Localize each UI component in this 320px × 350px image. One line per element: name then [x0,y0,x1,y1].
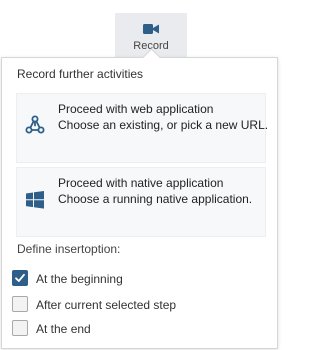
insert-at-end-label: At the end [36,322,91,336]
checkbox-unchecked[interactable] [12,320,28,336]
proceed-native-application-option[interactable]: Proceed with native application Choose a… [16,167,266,237]
windows-icon [25,189,45,211]
web-application-description: Choose an existing, or pick a new URL. [58,118,269,132]
checkbox-unchecked[interactable] [12,296,28,312]
record-options-panel: Record further activities Proceed with w… [1,57,278,349]
checkbox-checked[interactable] [12,270,28,286]
native-application-description: Choose a running native application. [58,192,253,206]
insert-after-selected-step-label: After current selected step [36,298,177,312]
insert-at-beginning-label: At the beginning [36,272,123,286]
native-application-title: Proceed with native application [58,176,224,190]
panel-heading: Record further activities [17,67,144,81]
proceed-web-application-option[interactable]: Proceed with web application Choose an e… [16,93,269,163]
web-application-icon [25,115,45,137]
checkmark-icon [15,273,25,282]
insert-option-label: Define insertoption: [17,242,121,256]
record-popup-stage: Record Record further activities Proceed… [0,0,280,350]
web-application-title: Proceed with web application [58,102,214,116]
video-camera-icon [143,22,159,40]
